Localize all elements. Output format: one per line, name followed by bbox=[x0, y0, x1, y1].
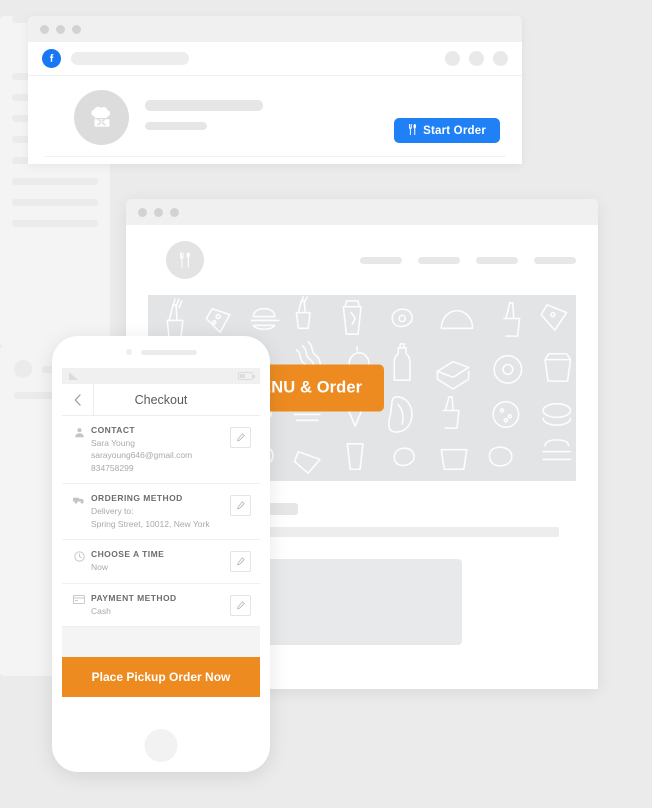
pencil-icon bbox=[237, 433, 245, 442]
checkout-row-payment-method[interactable]: PAYMENT METHOD Cash bbox=[62, 584, 260, 628]
facebook-browser-window: Start Order bbox=[28, 16, 522, 164]
site-window-titlebar bbox=[126, 199, 598, 225]
ordering-method-details: ORDERING METHOD Delivery to: Spring Stre… bbox=[89, 493, 230, 530]
facebook-logo-icon[interactable] bbox=[42, 49, 61, 68]
site-header bbox=[126, 225, 598, 295]
home-button[interactable] bbox=[144, 729, 178, 762]
site-nav-item-4[interactable] bbox=[534, 256, 576, 264]
ordering-method-label: ORDERING METHOD bbox=[91, 493, 183, 504]
window-titlebar bbox=[28, 16, 522, 42]
window-dot-maximize[interactable] bbox=[72, 24, 81, 34]
navbar-icon-1[interactable] bbox=[445, 51, 460, 66]
contact-label: CONTACT bbox=[91, 425, 136, 435]
signal-icon bbox=[69, 372, 78, 380]
speaker-grille bbox=[140, 349, 197, 355]
delivery-address: Spring Street, 10012, New York bbox=[91, 518, 210, 529]
page-title: Checkout bbox=[134, 392, 188, 407]
checkout-header: Checkout bbox=[62, 384, 260, 416]
phone-screen: Checkout CONTACT Sara Young sarayoung646… bbox=[62, 368, 260, 716]
chef-hat-utensils-icon bbox=[74, 90, 129, 145]
fork-knife-icon bbox=[408, 123, 417, 138]
person-icon bbox=[69, 425, 89, 438]
battery-icon bbox=[238, 372, 255, 380]
navbar-icon-2[interactable] bbox=[469, 51, 484, 66]
chevron-left-icon bbox=[74, 393, 81, 406]
facebook-tabs bbox=[44, 156, 506, 164]
back-button[interactable] bbox=[62, 384, 94, 415]
site-nav-item-3[interactable] bbox=[476, 256, 518, 264]
site-window-dot-maximize[interactable] bbox=[170, 207, 179, 217]
delivery-truck-icon bbox=[69, 493, 89, 505]
pencil-icon bbox=[237, 601, 245, 610]
contact-phone: 834758299 bbox=[91, 462, 134, 473]
contact-details: CONTACT Sara Young sarayoung646@gmail.co… bbox=[89, 425, 230, 474]
site-nav-item-1[interactable] bbox=[360, 256, 402, 264]
window-dot-minimize[interactable] bbox=[56, 24, 65, 34]
mobile-phone-mockup: Checkout CONTACT Sara Young sarayoung646… bbox=[52, 336, 270, 772]
pencil-icon bbox=[237, 557, 245, 566]
content-card-large bbox=[262, 559, 462, 645]
delivery-to-label: Delivery to: bbox=[91, 506, 134, 517]
status-bar bbox=[62, 368, 260, 384]
pencil-icon bbox=[237, 501, 245, 510]
credit-card-icon bbox=[69, 593, 89, 604]
edit-payment-button[interactable] bbox=[230, 594, 251, 616]
search-input[interactable] bbox=[71, 52, 189, 65]
scene: Start Order See MENU & Order Checkout CO… bbox=[0, 0, 652, 808]
start-order-button[interactable]: Start Order bbox=[394, 118, 500, 143]
site-nav bbox=[360, 256, 582, 264]
choose-time-value: Now bbox=[91, 562, 109, 573]
navbar-icon-3[interactable] bbox=[493, 51, 508, 66]
site-window-dot-close[interactable] bbox=[138, 207, 147, 217]
payment-method-details: PAYMENT METHOD Cash bbox=[89, 593, 230, 617]
clock-icon bbox=[69, 549, 89, 563]
edit-contact-button[interactable] bbox=[230, 427, 251, 448]
checkout-row-contact[interactable]: CONTACT Sara Young sarayoung646@gmail.co… bbox=[62, 416, 260, 485]
choose-time-label: CHOOSE A TIME bbox=[91, 549, 165, 560]
checkout-row-choose-time[interactable]: CHOOSE A TIME Now bbox=[62, 540, 260, 584]
site-window-dot-minimize[interactable] bbox=[154, 207, 163, 217]
payment-method-value: Cash bbox=[91, 605, 111, 616]
contact-email: sarayoung646@gmail.com bbox=[91, 450, 193, 461]
place-order-button[interactable]: Place Pickup Order Now bbox=[62, 657, 260, 698]
facebook-navbar bbox=[28, 42, 522, 76]
front-camera-icon bbox=[125, 349, 132, 355]
facebook-page-body: Start Order bbox=[28, 76, 522, 164]
choose-time-details: CHOOSE A TIME Now bbox=[89, 549, 230, 573]
fork-knife-circle-icon bbox=[166, 241, 204, 279]
phone-earpiece-area bbox=[52, 336, 270, 368]
checkout-spacer bbox=[62, 627, 260, 658]
site-nav-item-2[interactable] bbox=[418, 256, 460, 264]
checkout-row-ordering-method[interactable]: ORDERING METHOD Delivery to: Spring Stre… bbox=[62, 484, 260, 541]
payment-method-label: PAYMENT METHOD bbox=[91, 592, 177, 603]
contact-name: Sara Young bbox=[91, 438, 135, 448]
window-dot-close[interactable] bbox=[40, 24, 49, 34]
start-order-label: Start Order bbox=[423, 124, 486, 137]
edit-time-button[interactable] bbox=[230, 551, 251, 573]
navbar-actions bbox=[445, 51, 508, 66]
edit-ordering-method-button[interactable] bbox=[230, 495, 251, 517]
